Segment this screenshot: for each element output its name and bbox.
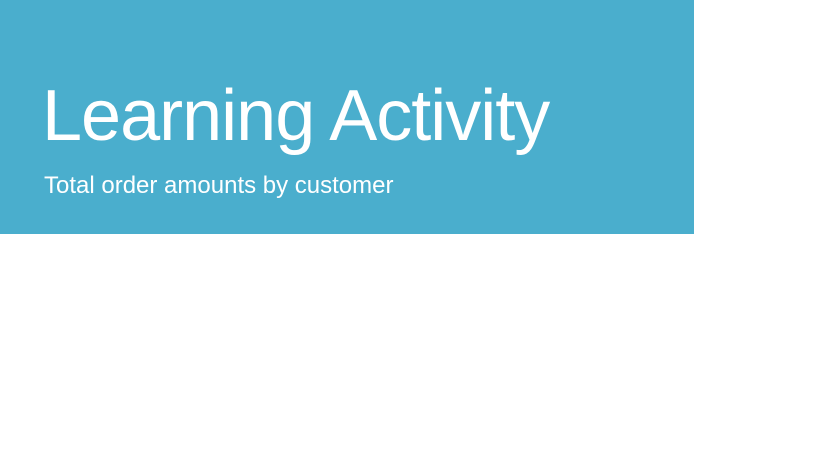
slide-title: Learning Activity (42, 76, 550, 156)
slide-body (0, 234, 819, 460)
title-banner: Learning Activity Total order amounts by… (0, 0, 694, 234)
slide-subtitle: Total order amounts by customer (44, 172, 394, 199)
